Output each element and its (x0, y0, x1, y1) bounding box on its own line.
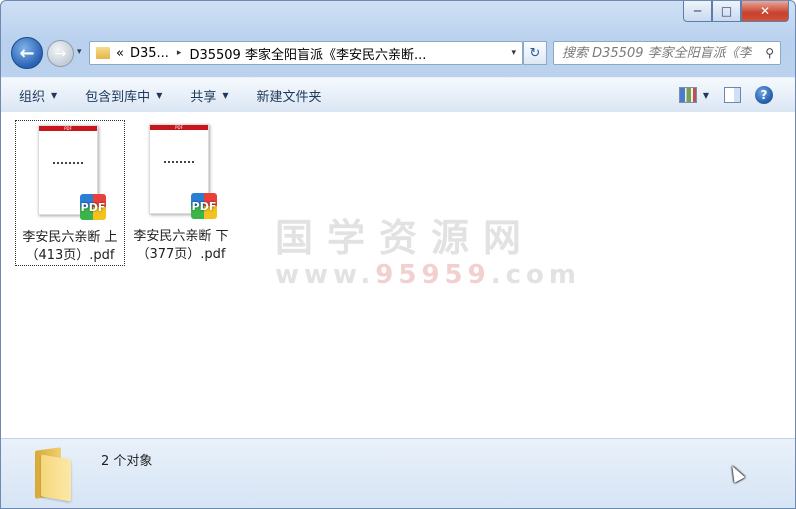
watermark-url-prefix: www. (275, 260, 376, 290)
search-box[interactable]: ⚲ (553, 41, 781, 65)
minimize-button[interactable]: ─ (683, 1, 712, 22)
thumbnail-text-line (164, 161, 194, 166)
forward-button[interactable]: → (47, 40, 74, 67)
file-item[interactable]: PDF PDF 李安民六亲断 下 （377页）.pdf (127, 120, 235, 264)
new-folder-button[interactable]: 新建文件夹 (247, 82, 332, 108)
explorer-window: ─ □ ✕ ← → ▾ « D35... ▸ D35509 李家全阳盲派《李安民… (0, 0, 796, 509)
organize-label: 组织 (19, 89, 46, 105)
minimize-icon: ─ (693, 4, 702, 18)
watermark: 国学资源网 www.95959.com (275, 216, 576, 290)
include-library-label: 包含到库中 (85, 89, 151, 105)
forward-arrow-icon: → (54, 45, 67, 62)
command-bar: 组织 ▼ 包含到库中 ▼ 共享 ▼ 新建文件夹 ▼ ? (1, 77, 795, 113)
pdf-header-strip: PDF (39, 126, 97, 131)
watermark-url-number: 95959 (375, 260, 491, 290)
pdf-app-icon: PDF (191, 193, 217, 219)
help-button[interactable]: ? (755, 86, 773, 104)
toolbar-right-group: ▼ ? (665, 86, 773, 104)
pdf-app-icon: PDF (80, 194, 106, 220)
back-button[interactable]: ← (11, 37, 43, 69)
navigation-bar: ← → ▾ « D35... ▸ D35509 李家全阳盲派《李安民六亲断...… (11, 37, 791, 69)
chevron-down-icon: ▼ (222, 90, 229, 100)
file-name: 李安民六亲断 上 （413页）.pdf (16, 229, 124, 265)
file-name-line1: 李安民六亲断 上 (22, 230, 118, 245)
file-name-line2: （377页）.pdf (136, 247, 226, 262)
breadcrumb-segment-parent[interactable]: D35... (130, 46, 169, 61)
file-name-line2: （413页）.pdf (25, 248, 115, 263)
chevron-down-icon: ▼ (51, 90, 58, 100)
search-icon[interactable]: ⚲ (765, 46, 774, 60)
refresh-icon: ↻ (529, 45, 541, 61)
preview-pane-icon (723, 87, 741, 103)
chevron-down-icon: ▼ (156, 90, 163, 100)
pdf-header-strip: PDF (150, 125, 208, 130)
new-folder-label: 新建文件夹 (256, 89, 322, 105)
share-menu[interactable]: 共享 ▼ (180, 82, 238, 108)
close-icon: ✕ (759, 4, 771, 18)
mouse-pointer-icon (726, 463, 746, 483)
maximize-button[interactable]: □ (712, 1, 741, 22)
view-options-dropdown[interactable]: ▼ (703, 91, 709, 100)
share-label: 共享 (190, 89, 217, 105)
change-view-button[interactable] (678, 87, 697, 103)
refresh-button[interactable]: ↻ (523, 41, 547, 65)
address-bar[interactable]: « D35... ▸ D35509 李家全阳盲派《李安民六亲断... ▾ (89, 41, 523, 65)
preview-pane-button[interactable] (723, 87, 741, 103)
include-in-library-menu[interactable]: 包含到库中 ▼ (75, 82, 172, 108)
watermark-url-suffix: .com (490, 260, 581, 290)
breadcrumb-segment-current[interactable]: D35509 李家全阳盲派《李安民六亲断... (189, 44, 426, 63)
folder-front-shape (41, 454, 71, 502)
file-item[interactable]: PDF PDF 李安民六亲断 上 （413页）.pdf (15, 120, 125, 266)
back-arrow-icon: ← (19, 42, 35, 64)
views-icon (678, 87, 697, 103)
folder-icon (31, 447, 75, 502)
help-icon: ? (755, 86, 773, 104)
close-button[interactable]: ✕ (741, 1, 789, 22)
file-list-pane[interactable]: PDF PDF 李安民六亲断 上 （413页）.pdf PDF PDF 李安民六… (1, 112, 795, 438)
watermark-url: www.95959.com (275, 260, 576, 290)
details-pane: 2 个对象 (1, 438, 795, 508)
recent-pages-dropdown[interactable]: ▾ (77, 47, 82, 57)
search-input[interactable] (560, 44, 754, 62)
breadcrumb-separator-icon[interactable]: ▸ (177, 48, 182, 58)
address-dropdown-icon[interactable]: ▾ (511, 48, 516, 58)
organize-menu[interactable]: 组织 ▼ (9, 82, 67, 108)
caption-buttons: ─ □ ✕ (683, 1, 789, 22)
watermark-title: 国学资源网 (275, 216, 536, 260)
folder-icon (96, 47, 110, 59)
file-name: 李安民六亲断 下 （377页）.pdf (127, 228, 235, 264)
maximize-icon: □ (720, 4, 733, 18)
file-name-line1: 李安民六亲断 下 (133, 229, 229, 244)
breadcrumb-overflow[interactable]: « (116, 46, 124, 61)
thumbnail-text-line (53, 162, 83, 167)
item-count: 2 个对象 (101, 454, 153, 469)
